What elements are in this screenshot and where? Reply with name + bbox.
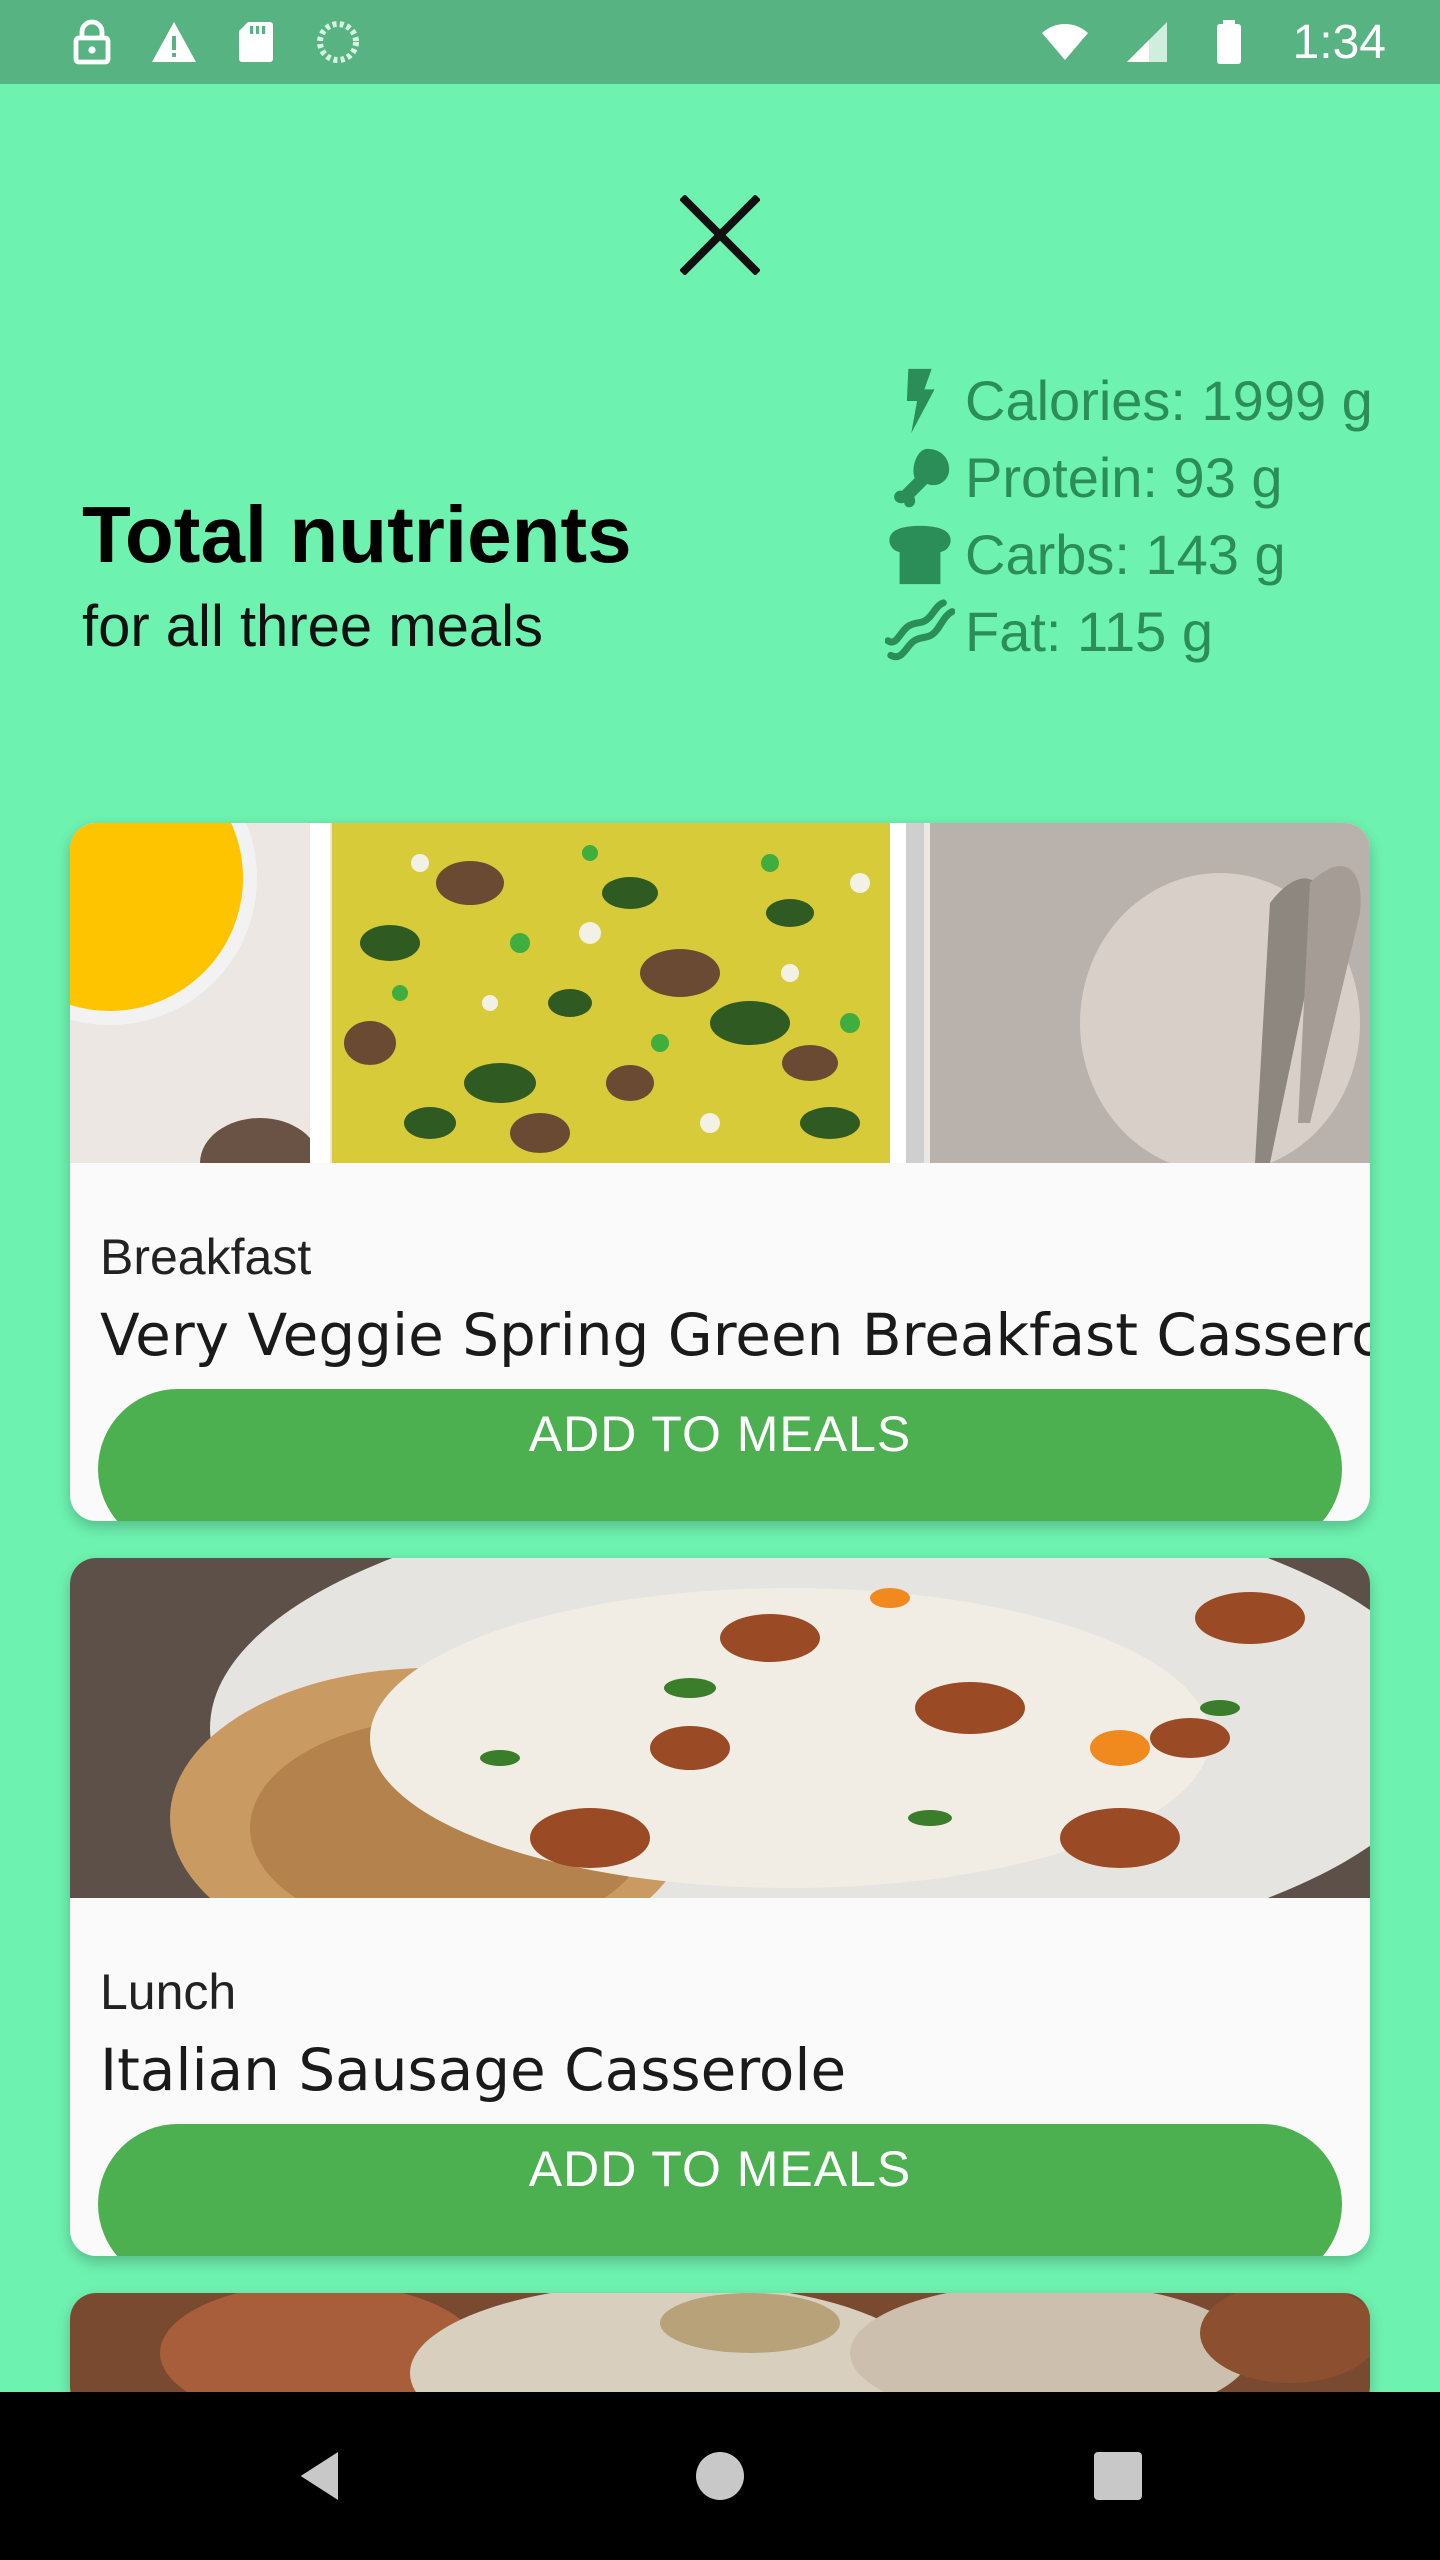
sd-card-icon: [239, 22, 273, 62]
close-icon[interactable]: [680, 195, 760, 275]
back-icon[interactable]: [290, 2444, 354, 2508]
bacon-icon: [885, 598, 955, 660]
meal-label: Lunch: [100, 1964, 237, 2020]
status-bar: 1:34: [0, 0, 1440, 84]
nutrient-carbs: Carbs: 143 g: [885, 516, 1405, 593]
nutrient-fat-text: Fat: 115 g: [965, 600, 1214, 663]
lock-icon: [73, 19, 111, 65]
nutrient-protein: Protein: 93 g: [885, 439, 1405, 516]
signal-icon: [1126, 22, 1167, 62]
home-icon[interactable]: [688, 2444, 752, 2508]
add-to-meals-button[interactable]: ADD TO MEALS: [98, 1389, 1342, 1521]
summary-subtitle: for all three meals: [82, 594, 543, 659]
battery-icon: [1216, 20, 1241, 64]
drumstick-icon: [894, 448, 950, 507]
recents-icon[interactable]: [1086, 2444, 1150, 2508]
meal-title: Italian Sausage Casserole: [100, 2036, 847, 2104]
nutrient-carbs-text: Carbs: 143 g: [965, 523, 1286, 586]
status-bar-right: 1:34: [1041, 15, 1386, 70]
sync-icon: [317, 21, 359, 63]
nutrient-protein-text: Protein: 93 g: [965, 446, 1283, 509]
nutrient-list: Calories: 1999 g Protein: 93 g Carbs: 14…: [885, 362, 1405, 670]
status-time: 1:34: [1292, 15, 1386, 69]
navigation-bar: [0, 2392, 1440, 2560]
meal-image-lunch: [70, 1558, 1370, 1898]
nutrient-calories-text: Calories: 1999 g: [965, 369, 1373, 432]
summary-title: Total nutrients: [82, 490, 632, 579]
status-bar-left: [68, 18, 362, 66]
bread-icon: [889, 525, 951, 584]
lightning-icon: [906, 368, 935, 433]
nutrient-calories: Calories: 1999 g: [885, 362, 1405, 439]
nutrient-fat: Fat: 115 g: [885, 593, 1405, 670]
meal-image-breakfast: [70, 823, 1370, 1163]
wifi-icon: [1041, 24, 1088, 60]
meal-card-lunch[interactable]: Lunch Italian Sausage Casserole ADD TO M…: [70, 1558, 1370, 2256]
meal-title: Very Veggie Spring Green Breakfast Casse…: [100, 1301, 1370, 1369]
warning-icon: [152, 22, 196, 62]
add-to-meals-button[interactable]: ADD TO MEALS: [98, 2124, 1342, 2256]
meal-card-breakfast[interactable]: Breakfast Very Veggie Spring Green Break…: [70, 823, 1370, 1521]
meal-label: Breakfast: [100, 1229, 312, 1285]
